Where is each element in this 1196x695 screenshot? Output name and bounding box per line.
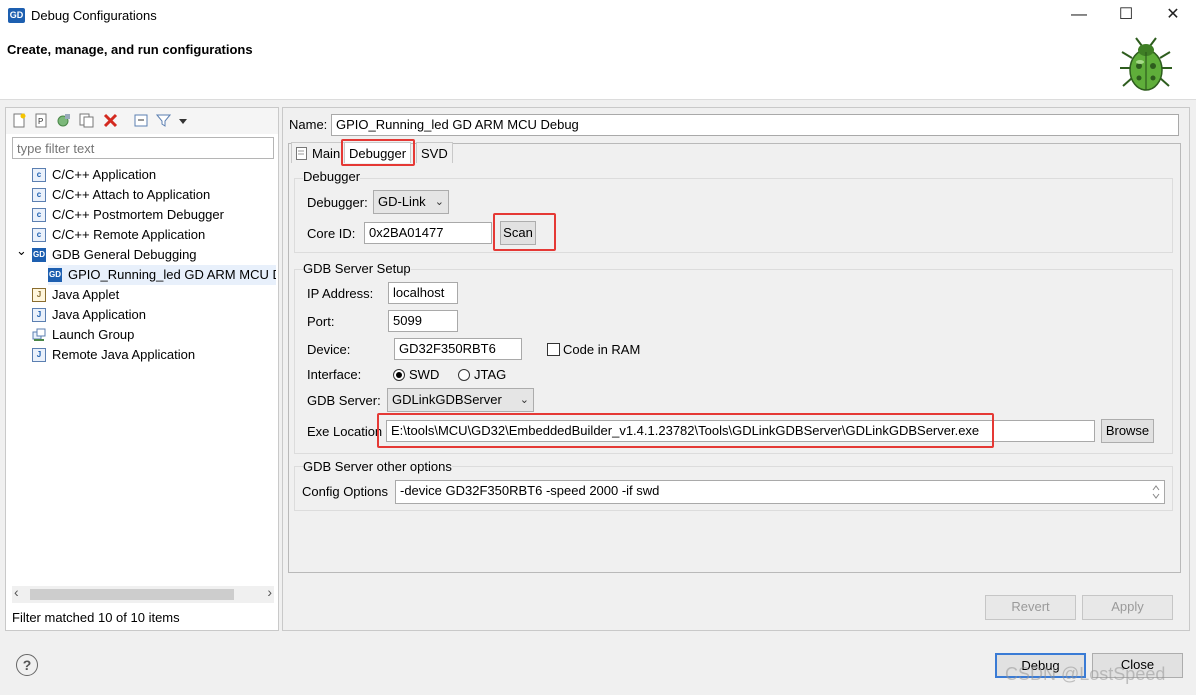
gd-app-icon: GD: [8, 8, 25, 23]
core-id-label: Core ID:: [307, 226, 356, 241]
chevron-down-icon: ⌄: [519, 394, 529, 406]
c-remote-icon: c: [32, 228, 46, 242]
maximize-button[interactable]: ☐: [1103, 0, 1149, 32]
tree-horizontal-scrollbar[interactable]: ‹ ›: [12, 584, 274, 603]
port-label: Port:: [307, 314, 335, 329]
apply-button[interactable]: Apply: [1082, 595, 1173, 620]
svg-text:P: P: [38, 117, 43, 126]
tab-svd[interactable]: SVD: [416, 142, 453, 163]
close-window-button[interactable]: ✕: [1150, 0, 1196, 32]
view-menu-icon[interactable]: [178, 113, 188, 128]
config-tree-panel: P c C/C++ Application c C/C++ Attach to …: [5, 107, 279, 631]
swd-label: SWD: [409, 367, 440, 382]
gd-icon: GD: [48, 268, 62, 282]
gdb-server-select-value: GDLinkGDBServer: [392, 392, 502, 407]
java-app-icon: J: [32, 308, 46, 322]
tree-item-label: C/C++ Attach to Application: [52, 187, 211, 202]
java-applet-icon: J: [32, 288, 46, 302]
debugger-select[interactable]: GD-Link ⌄: [373, 190, 449, 214]
help-icon[interactable]: ?: [16, 654, 38, 676]
debugger-group-title: Debugger: [303, 169, 361, 184]
config-spinner-icon[interactable]: [1150, 482, 1162, 502]
chevron-down-icon: ⌄: [434, 196, 444, 208]
duplicate-config-icon[interactable]: [79, 113, 94, 128]
collapse-all-icon[interactable]: [134, 113, 149, 128]
expand-chevron-icon[interactable]: ⌄: [16, 241, 27, 261]
code-in-ram-label: Code in RAM: [563, 342, 641, 357]
tree-item-label: GPIO_Running_led GD ARM MCU D: [68, 267, 276, 282]
tree-item-label: Java Application: [52, 307, 146, 322]
c-app-icon: c: [32, 168, 46, 182]
tab-main[interactable]: Main: [291, 142, 346, 163]
window-title: Debug Configurations: [31, 8, 157, 23]
remote-java-icon: J: [32, 348, 46, 362]
config-options-field[interactable]: -device GD32F350RBT6 -speed 2000 -if swd: [395, 480, 1165, 504]
export-config-icon[interactable]: [56, 113, 71, 128]
title-bar: [0, 0, 1196, 32]
browse-button[interactable]: Browse: [1101, 419, 1154, 443]
tree-item-label: Java Applet: [52, 287, 120, 302]
revert-button[interactable]: Revert: [985, 595, 1076, 620]
tree-item-label: Remote Java Application: [52, 347, 196, 362]
tree-item-label: Launch Group: [52, 327, 135, 342]
gdb-server-select[interactable]: GDLinkGDBServer ⌄: [387, 388, 534, 412]
swd-radio[interactable]: [393, 369, 405, 381]
code-in-ram-checkbox[interactable]: [547, 343, 560, 356]
ip-address-field[interactable]: localhost: [388, 282, 458, 304]
header-title: Create, manage, and run configurations: [7, 42, 253, 57]
gdb-server-label: GDB Server:: [307, 393, 381, 408]
tree-item-label: GDB General Debugging: [52, 247, 197, 262]
interface-label: Interface:: [307, 367, 362, 382]
filter-input[interactable]: [12, 137, 274, 159]
delete-config-icon[interactable]: [103, 113, 118, 128]
tab-svd-label: SVD: [421, 146, 448, 161]
core-id-field[interactable]: 0x2BA01477: [364, 222, 492, 244]
jtag-radio[interactable]: [458, 369, 470, 381]
watermark: CSDN @LostSpeed: [1005, 664, 1166, 684]
scan-highlight: [493, 213, 556, 251]
c-postmortem-icon: c: [32, 208, 46, 222]
ip-address-label: IP Address:: [307, 286, 374, 301]
gd-icon: GD: [32, 248, 46, 262]
exe-location-highlight: [377, 413, 994, 448]
tab-main-label: Main: [312, 146, 341, 161]
device-field[interactable]: GD32F350RBT6: [394, 338, 522, 360]
debugger-label: Debugger:: [307, 195, 368, 210]
debugger-tab-highlight: [341, 139, 415, 166]
name-field[interactable]: GPIO_Running_led GD ARM MCU Debug: [331, 114, 1179, 136]
new-prototype-icon[interactable]: P: [34, 113, 49, 128]
scrollbar-thumb[interactable]: [30, 589, 234, 600]
device-label: Device:: [307, 342, 351, 357]
scroll-right-icon[interactable]: ›: [267, 584, 272, 600]
tree-toolbar: P: [6, 108, 278, 134]
exe-location-label: Exe Location: [307, 424, 383, 439]
scroll-left-icon[interactable]: ‹: [14, 584, 19, 600]
filter-status: Filter matched 10 of 10 items: [12, 610, 180, 625]
name-label: Name:: [289, 117, 328, 132]
launch-group-icon: [32, 328, 46, 341]
c-attach-icon: c: [32, 188, 46, 202]
jtag-label: JTAG: [474, 367, 507, 382]
debugger-select-value: GD-Link: [378, 194, 426, 209]
tree-item-label: C/C++ Postmortem Debugger: [52, 207, 224, 222]
filter-icon[interactable]: [156, 113, 171, 128]
config-options-label: Config Options: [302, 484, 388, 499]
tree-item-label: C/C++ Application: [52, 167, 157, 182]
gdb-server-setup-title: GDB Server Setup: [303, 261, 411, 276]
main-tab-icon: [296, 147, 307, 160]
tree-item-gpio-running-led[interactable]: GD GPIO_Running_led GD ARM MCU D: [48, 265, 276, 285]
port-field[interactable]: 5099: [388, 310, 458, 332]
debug-bug-icon: [1120, 37, 1172, 91]
gdb-other-options-title: GDB Server other options: [303, 459, 452, 474]
minimize-button[interactable]: —: [1056, 0, 1102, 32]
tree-item-label: C/C++ Remote Application: [52, 227, 206, 242]
new-config-icon[interactable]: [12, 113, 27, 128]
